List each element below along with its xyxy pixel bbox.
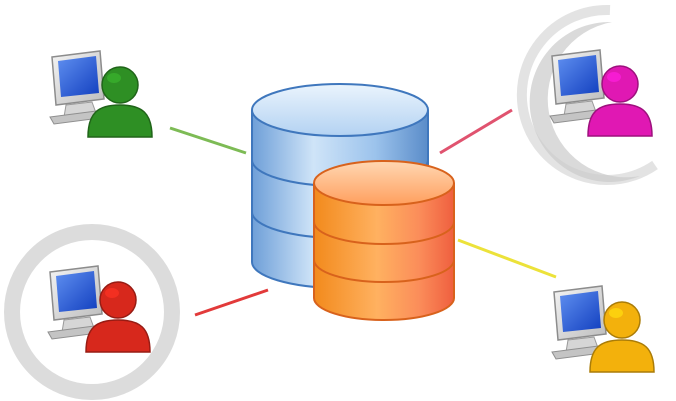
user-computer-icon — [549, 49, 653, 137]
user-computer-icon — [49, 50, 153, 138]
link-bottom-left — [194, 288, 269, 317]
database-orange — [313, 160, 455, 321]
database-network-diagram — [4, 4, 658, 400]
user-computer-icon — [551, 285, 655, 373]
link-top-right — [439, 108, 513, 155]
link-top-left — [169, 126, 247, 155]
link-bottom-right — [457, 238, 557, 279]
